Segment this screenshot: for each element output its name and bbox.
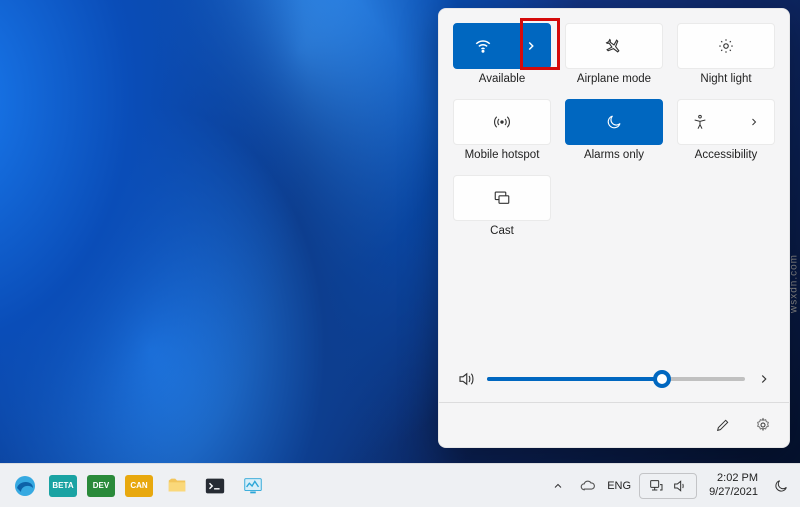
taskbar-beta[interactable]: BETA	[46, 469, 80, 503]
focus-assist-label: Alarms only	[584, 149, 644, 163]
airplane-icon	[605, 37, 623, 55]
volume-expand-chevron[interactable]	[757, 372, 771, 386]
mobile-hotspot-label: Mobile hotspot	[465, 149, 540, 163]
focus-assist-tile[interactable]	[565, 99, 663, 145]
taskbar-edge[interactable]	[8, 469, 42, 503]
chevron-right-icon	[524, 39, 538, 53]
volume-slider-thumb[interactable]	[653, 370, 671, 388]
quick-settings-tiles: Available Airplane mode Night light	[439, 9, 789, 244]
tray-notifications[interactable]	[770, 469, 792, 503]
watermark: wsxdn.com	[789, 254, 800, 313]
airplane-mode-label: Airplane mode	[577, 73, 651, 87]
dev-badge-icon: DEV	[87, 475, 115, 497]
tray-network-volume-group[interactable]	[639, 473, 697, 499]
night-light-tile[interactable]	[677, 23, 775, 69]
network-icon	[648, 478, 664, 494]
tray-onedrive[interactable]	[577, 469, 599, 503]
cloud-icon	[579, 477, 597, 495]
taskbar-system-tray: ENG 2:02 PM 9/27/2021	[547, 469, 792, 503]
beta-badge-icon: BETA	[49, 475, 77, 497]
quick-settings-footer	[439, 403, 789, 447]
taskbar-terminal[interactable]	[198, 469, 232, 503]
volume-slider[interactable]	[487, 377, 745, 381]
accessibility-icon	[692, 114, 708, 130]
night-light-label: Night light	[700, 73, 751, 87]
speaker-icon	[672, 478, 688, 494]
chevron-right-icon	[748, 116, 760, 128]
accessibility-label: Accessibility	[695, 149, 758, 163]
clock-time: 2:02 PM	[717, 472, 758, 485]
tray-overflow-button[interactable]	[547, 469, 569, 503]
canary-badge-icon: CAN	[125, 475, 153, 497]
airplane-mode-tile[interactable]	[565, 23, 663, 69]
edge-icon	[13, 474, 37, 498]
brightness-icon	[717, 37, 735, 55]
chevron-up-icon	[552, 480, 564, 492]
taskbar: BETA DEV CAN ENG 2:02 PM 9/27/2021	[0, 463, 800, 507]
gear-icon	[755, 417, 771, 433]
wifi-label: Available	[479, 73, 525, 87]
volume-slider-fill	[487, 377, 662, 381]
tray-language[interactable]: ENG	[607, 480, 631, 492]
taskbar-dev[interactable]: DEV	[84, 469, 118, 503]
pencil-icon	[715, 417, 731, 433]
cast-label: Cast	[490, 225, 514, 239]
wifi-toggle[interactable]	[454, 37, 512, 55]
wifi-expand-chevron[interactable]	[512, 39, 550, 53]
quick-settings-panel: Available Airplane mode Night light	[438, 8, 790, 448]
taskbar-canary[interactable]: CAN	[122, 469, 156, 503]
taskbar-task-manager[interactable]	[236, 469, 270, 503]
taskbar-explorer[interactable]	[160, 469, 194, 503]
focus-moon-icon	[773, 478, 789, 494]
clock-date: 9/27/2021	[709, 486, 758, 499]
edit-quick-settings-button[interactable]	[705, 409, 741, 441]
speaker-icon[interactable]	[457, 370, 475, 388]
taskbar-clock[interactable]: 2:02 PM 9/27/2021	[705, 470, 762, 500]
wifi-tile[interactable]	[453, 23, 551, 69]
cast-icon	[493, 189, 511, 207]
folder-icon	[166, 475, 188, 497]
wifi-icon	[474, 37, 492, 55]
volume-row	[439, 356, 789, 396]
moon-icon	[605, 113, 623, 131]
terminal-icon	[204, 475, 226, 497]
cast-tile[interactable]	[453, 175, 551, 221]
settings-button[interactable]	[745, 409, 781, 441]
mobile-hotspot-tile[interactable]	[453, 99, 551, 145]
accessibility-tile[interactable]	[677, 99, 775, 145]
monitor-icon	[242, 475, 264, 497]
taskbar-pinned-area: BETA DEV CAN	[8, 469, 270, 503]
hotspot-icon	[493, 113, 511, 131]
